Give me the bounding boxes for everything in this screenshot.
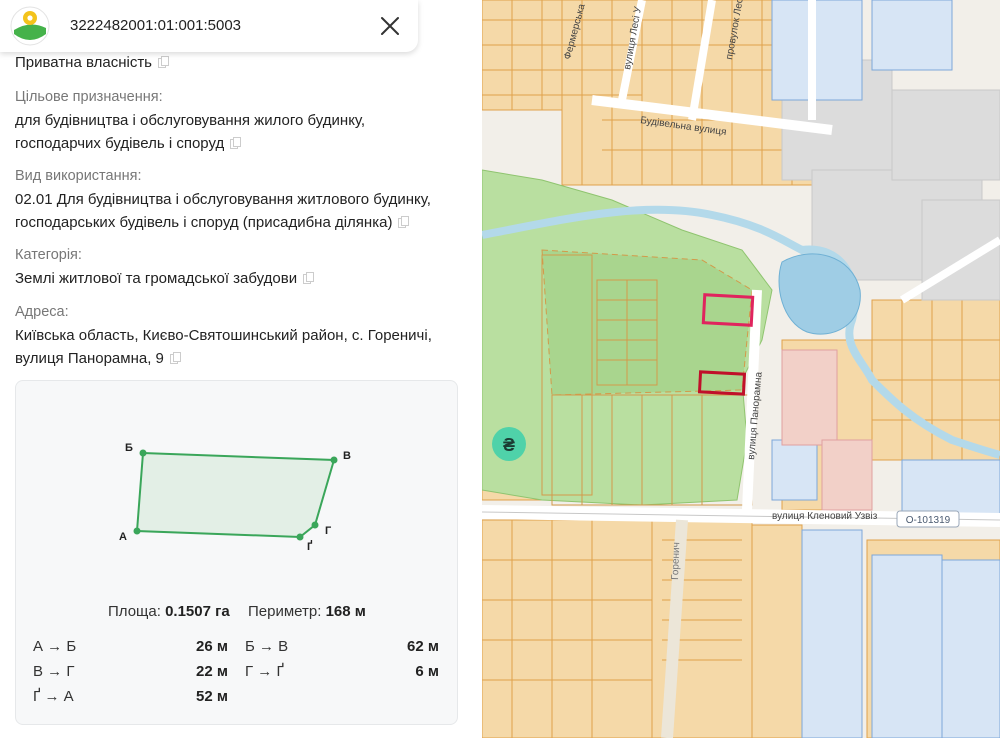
category-label: Категорія:	[15, 247, 82, 263]
parcel-polygon	[135, 451, 336, 539]
copy-icon[interactable]	[398, 216, 410, 228]
area-value: 0.1507 га	[165, 603, 230, 620]
edge-name: Ґ → А	[33, 688, 74, 705]
ownership-value: Приватна власність	[15, 54, 152, 71]
road-badge: О-101319	[896, 510, 960, 528]
area-label: Площа:	[108, 603, 161, 620]
purpose-label: Цільове призначення:	[15, 89, 163, 105]
ownership-field: Приватна власність	[15, 51, 169, 74]
street-label-gorenich: Горенич	[670, 542, 682, 580]
address-line2: вулиця Панорамна, 9	[15, 350, 164, 367]
vertex-label-g: Г	[325, 525, 332, 537]
edge-length: 52 м	[196, 688, 228, 705]
copy-icon[interactable]	[158, 56, 169, 68]
edge-length: 6 м	[415, 663, 439, 680]
category-field: Категорія: Землі житлової та громадської…	[15, 244, 315, 290]
edge-name: В → Г	[33, 663, 75, 680]
edge-name: Г → Ґ	[245, 663, 284, 680]
currency-symbol: ₴	[503, 435, 515, 455]
purpose-line1: для будівництва і обслуговування жилого …	[15, 112, 366, 129]
copy-icon[interactable]	[230, 137, 242, 149]
copy-icon[interactable]	[169, 352, 181, 364]
perimeter-value: 168 м	[325, 603, 366, 620]
vertex-g	[311, 521, 319, 529]
edge-name: Б → В	[245, 638, 289, 655]
parcel-shape-diagram: Б В Г Ґ А	[119, 442, 351, 553]
category-value: Землі житлової та громадської забудови	[15, 270, 298, 287]
vertex-label-a: А	[119, 531, 127, 543]
vertex-label-v: В	[343, 450, 351, 462]
purpose-field: Цільове призначення: для будівництва і о…	[15, 86, 365, 155]
perimeter-label: Периметр:	[248, 603, 322, 620]
cadastral-number: 3222482001:01:001:5003	[70, 17, 242, 34]
edge-length: 62 м	[407, 638, 439, 655]
street-label-klenovyi: вулиця Кленовий Узвіз	[772, 511, 878, 522]
currency-marker-icon[interactable]: ₴	[492, 427, 526, 461]
address-line1: Київська область, Києво-Святошинський ра…	[15, 327, 432, 344]
edge-length: 26 м	[196, 638, 228, 655]
address-field: Адреса: Київська область, Києво-Святошин…	[15, 301, 432, 370]
vertex-label-gg: Ґ	[307, 540, 313, 553]
usage-line1: 02.01 Для будівництва і обслуговування ж…	[15, 191, 431, 208]
purpose-line2: господарчих будівель і споруд	[15, 135, 225, 152]
map-canvas[interactable]: Будівельна вулиця вулиця Панорамна вулиц…	[482, 0, 1000, 738]
address-label: Адреса:	[15, 304, 69, 320]
vertex-label-b: Б	[125, 442, 133, 454]
vertex-v	[330, 456, 338, 464]
usage-line2: господарських будівель і споруд (присади…	[15, 214, 393, 231]
vertex-b	[139, 449, 147, 457]
vertex-gg	[296, 533, 304, 541]
map-logo-icon	[10, 6, 50, 46]
area-stat: Площа: 0.1507 га	[108, 603, 230, 620]
perimeter-stat: Периметр: 168 м	[248, 603, 366, 620]
panel-header: 3222482001:01:001:5003	[0, 0, 418, 52]
usage-field: Вид використання: 02.01 Для будівництва …	[15, 165, 431, 234]
close-icon[interactable]	[378, 14, 402, 38]
edge-length: 22 м	[196, 663, 228, 680]
parcel-info-panel: 3222482001:01:001:5003 Приватна власніст…	[0, 0, 482, 738]
vertex-a	[133, 527, 141, 535]
cadastral-map[interactable]: Будівельна вулиця вулиця Панорамна вулиц…	[482, 0, 1000, 738]
edge-name: А → Б	[33, 638, 77, 655]
parcel-geometry-card: Б В Г Ґ А Площа: 0.1507 га Периметр: 168…	[15, 380, 458, 725]
road-badge-label: О-101319	[906, 515, 951, 526]
copy-icon[interactable]	[303, 272, 315, 284]
usage-label: Вид використання:	[15, 168, 142, 184]
